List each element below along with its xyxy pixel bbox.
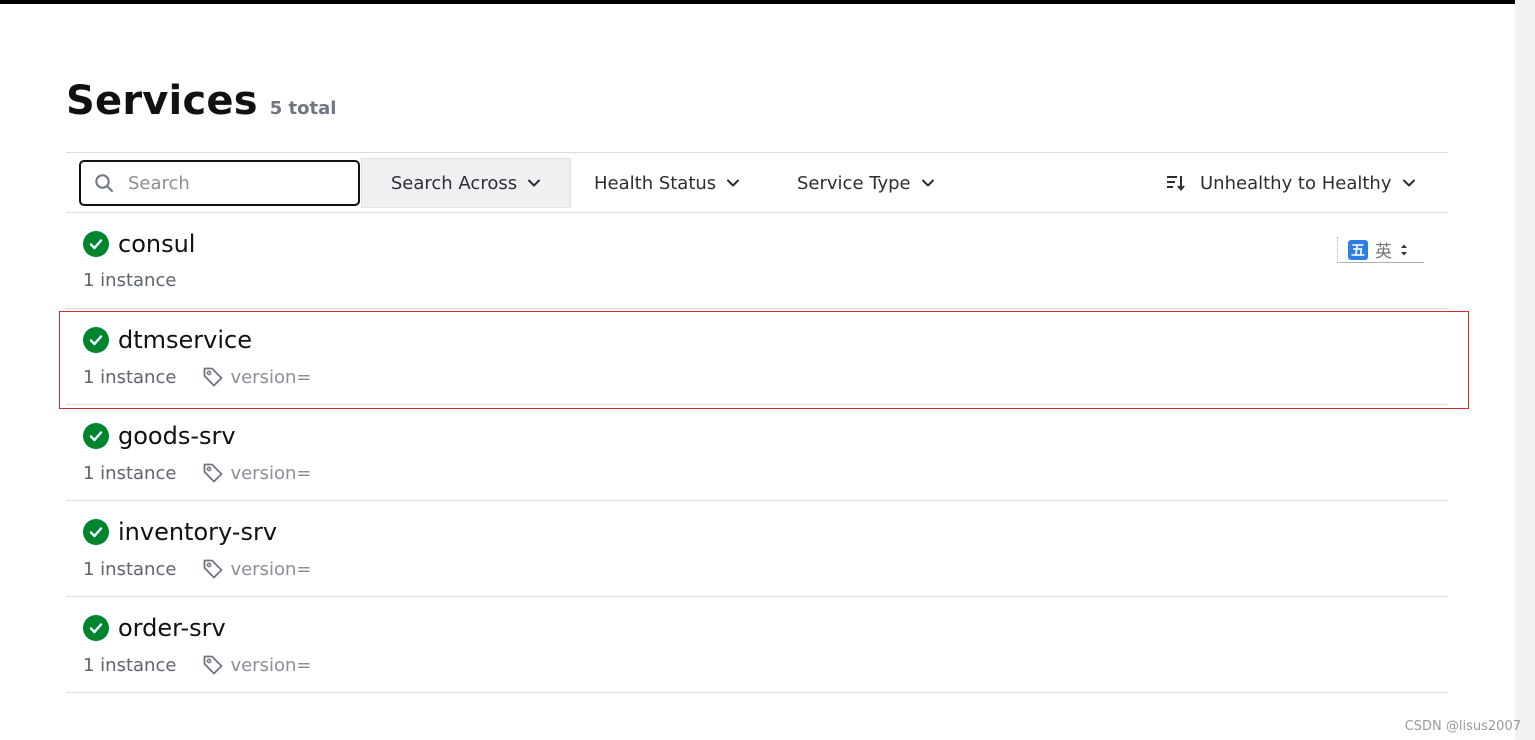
- search-across-dropdown[interactable]: Search Across: [361, 158, 571, 208]
- filter-toolbar: Search Across Health Status Service Type…: [66, 152, 1448, 213]
- service-type-label: Service Type: [797, 172, 911, 194]
- instance-count: 1 instance: [83, 654, 177, 676]
- search-icon: [95, 174, 113, 192]
- sort-label: Unhealthy to Healthy: [1200, 172, 1392, 194]
- check-circle-icon: [83, 615, 109, 641]
- top-border: [0, 0, 1515, 4]
- search-input[interactable]: [128, 172, 328, 194]
- tag-label: version=: [230, 654, 312, 676]
- instance-count: 1 instance: [83, 462, 177, 484]
- annotation-highlight-box: [59, 311, 1469, 409]
- tag-icon: [204, 655, 223, 675]
- service-tag: version=: [202, 462, 311, 484]
- service-row-order-srv[interactable]: order-srv 1 instance version=: [66, 597, 1448, 693]
- service-name[interactable]: order-srv: [118, 614, 226, 642]
- tag-icon: [204, 463, 223, 483]
- chevron-down-icon: [921, 176, 935, 190]
- service-name[interactable]: consul: [118, 230, 195, 258]
- page-title: Services: [66, 78, 258, 124]
- tag-label: version=: [230, 462, 312, 484]
- service-tag: version=: [202, 558, 311, 580]
- service-name[interactable]: inventory-srv: [118, 518, 277, 546]
- chevron-down-icon: [527, 176, 541, 190]
- sort-dropdown[interactable]: Unhealthy to Healthy: [1166, 158, 1415, 208]
- check-circle-icon: [83, 423, 109, 449]
- tag-label: version=: [230, 558, 312, 580]
- ime-mode-button[interactable]: 五: [1348, 239, 1368, 260]
- scrollbar-track[interactable]: [1515, 0, 1535, 740]
- search-field[interactable]: [79, 160, 360, 206]
- sort-icon: [1166, 174, 1186, 192]
- ime-menu-icon[interactable]: [1400, 243, 1408, 257]
- service-type-dropdown[interactable]: Service Type: [797, 158, 947, 208]
- instance-count: 1 instance: [83, 558, 177, 580]
- search-across-label: Search Across: [390, 172, 518, 194]
- watermark: CSDN @lisus2007: [1404, 719, 1521, 734]
- chevron-down-icon: [1402, 176, 1416, 190]
- service-row-inventory-srv[interactable]: inventory-srv 1 instance version=: [66, 501, 1448, 597]
- service-name[interactable]: goods-srv: [118, 422, 236, 450]
- health-status-label: Health Status: [594, 172, 717, 194]
- instance-count: 1 instance: [83, 270, 177, 291]
- ime-toolbar[interactable]: 五 英: [1337, 237, 1424, 263]
- service-row-goods-srv[interactable]: goods-srv 1 instance version=: [66, 405, 1448, 501]
- services-count: 5 total: [269, 98, 337, 119]
- tag-icon: [204, 559, 223, 579]
- service-row-consul[interactable]: consul 1 instance: [66, 213, 1448, 309]
- check-circle-icon: [83, 519, 109, 545]
- page-header: Services 5 total: [66, 78, 336, 124]
- ime-language-button[interactable]: 英: [1375, 237, 1392, 262]
- health-status-dropdown[interactable]: Health Status: [594, 158, 744, 208]
- service-tag: version=: [202, 654, 311, 676]
- check-circle-icon: [83, 231, 109, 257]
- chevron-down-icon: [726, 176, 740, 190]
